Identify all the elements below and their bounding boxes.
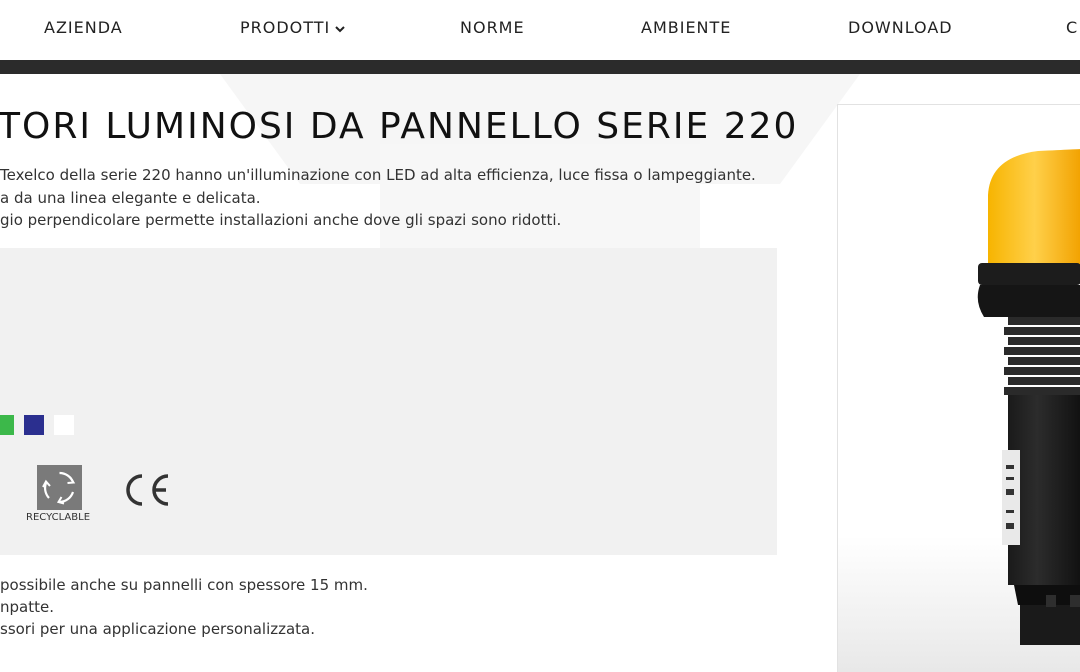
ce-mark-icon bbox=[122, 472, 172, 512]
intro-line: a da una linea elegante e delicata. bbox=[0, 189, 261, 207]
nav-item-azienda[interactable]: AZIENDA bbox=[44, 18, 123, 37]
recycle-icon bbox=[37, 465, 82, 510]
intro-line: gio perpendicolare permette installazion… bbox=[0, 211, 562, 229]
color-swatch-white[interactable] bbox=[54, 415, 74, 435]
main-nav: AZIENDA PRODOTTI NORME AMBIENTE DOWNLOAD… bbox=[0, 0, 1080, 60]
color-swatch-blue[interactable] bbox=[24, 415, 44, 435]
product-image-panel bbox=[837, 104, 1080, 672]
nav-item-contatti[interactable]: C bbox=[1066, 18, 1078, 37]
nav-item-prodotti-label: PRODOTTI bbox=[240, 18, 331, 37]
detail-line: npatte. bbox=[0, 598, 54, 616]
intro-line: Texelco della serie 220 hanno un'illumin… bbox=[0, 166, 756, 184]
color-swatch-green[interactable] bbox=[0, 415, 14, 435]
nav-item-ambiente[interactable]: AMBIENTE bbox=[641, 18, 731, 37]
detail-line: ssori per una applicazione personalizzat… bbox=[0, 620, 316, 638]
feature-panel bbox=[0, 248, 777, 555]
nav-divider-bar bbox=[0, 60, 1080, 74]
chevron-down-icon[interactable] bbox=[334, 19, 346, 38]
nav-item-norme[interactable]: NORME bbox=[460, 18, 525, 37]
page-title: TORI LUMINOSI DA PANNELLO SERIE 220 bbox=[0, 106, 799, 147]
nav-item-prodotti[interactable]: PRODOTTI bbox=[240, 18, 346, 38]
recyclable-label: RECYCLABLE bbox=[26, 512, 91, 523]
nav-item-download[interactable]: DOWNLOAD bbox=[848, 18, 953, 37]
product-image bbox=[977, 149, 1080, 645]
detail-line: possibile anche su pannelli con spessore… bbox=[0, 576, 368, 594]
